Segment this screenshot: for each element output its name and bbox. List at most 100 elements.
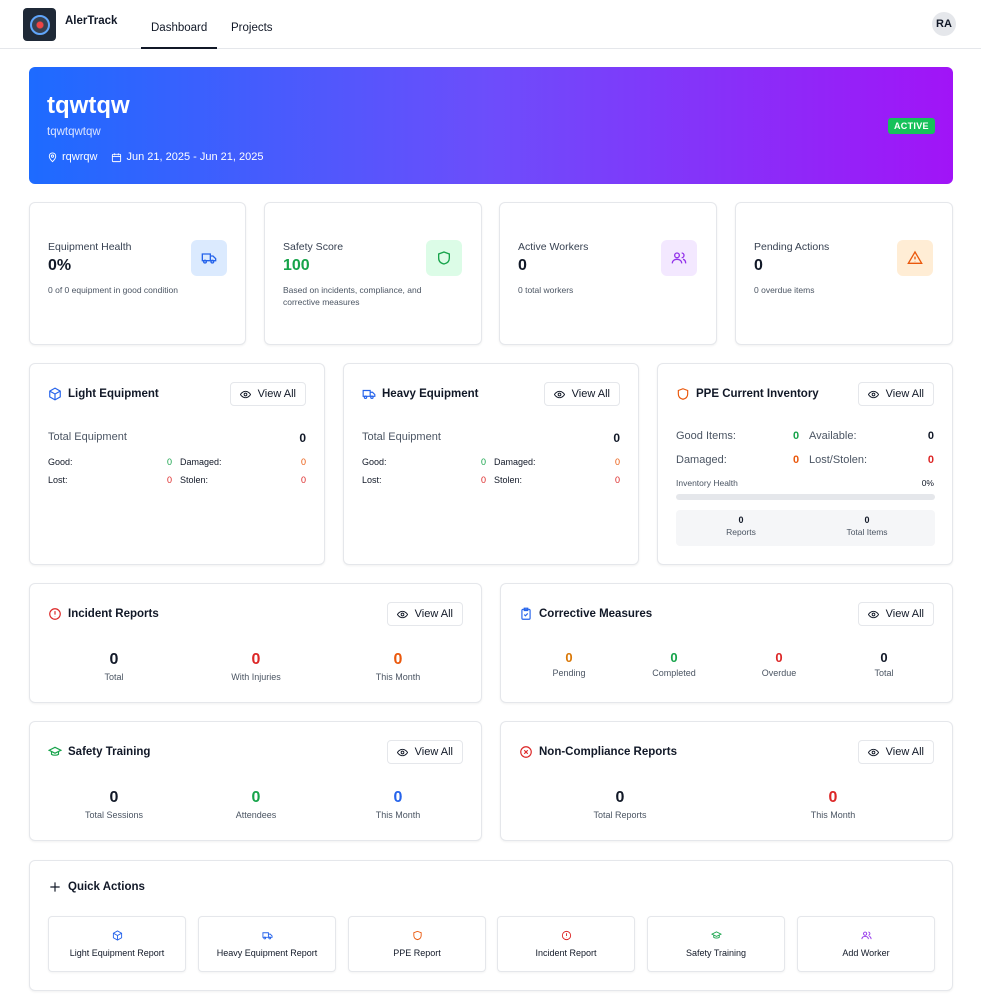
eye-icon [553,390,565,398]
tab-projects[interactable]: Projects [231,22,273,34]
total-label: Total Equipment [48,431,127,443]
stat-label: Active Workers [518,241,589,253]
good-label: Good: [48,457,73,467]
map-pin-icon [48,152,57,162]
clipboard-check-icon [521,607,531,620]
heavy-equipment-report-button[interactable]: Heavy Equipment Report [198,916,336,972]
stat-value: 0 [518,257,527,274]
stat-value: 0 [754,257,763,274]
this-month-label: This Month [810,810,856,820]
button-label: Heavy Equipment Report [216,948,318,958]
damaged-value: 0 [300,457,306,467]
stat-card-equipment-health: Equipment Health 0% 0 of 0 equipment in … [29,202,246,345]
reports-metric: 0 Reports [686,515,796,537]
available-value: 0 [927,430,934,442]
heavy-equipment-card: Heavy Equipment View All Total Equipment… [343,363,639,565]
button-label: Incident Report [535,948,597,958]
truck-icon [191,240,227,276]
stat-description: 0 total workers [518,285,574,295]
pending-metric: 0 Pending [514,650,624,678]
user-avatar[interactable]: RA [932,12,956,36]
damaged-value: 0 [614,457,620,467]
total-value: 0 [299,431,306,445]
lost-stolen-label: Lost/Stolen: [809,454,868,466]
eye-icon [867,748,879,756]
view-all-button[interactable]: View All [857,602,934,626]
section-header: Non-Compliance Reports [519,745,677,759]
good-value: 0 [167,457,173,467]
box-icon [112,930,123,941]
view-all-button[interactable]: View All [857,382,934,406]
users-icon [661,240,697,276]
light-equipment-report-button[interactable]: Light Equipment Report [48,916,186,972]
overdue-value: 0 [775,650,783,665]
this-month-value: 0 [828,789,838,806]
tab-dashboard[interactable]: Dashboard [140,22,218,49]
completed-label: Completed [652,668,696,678]
stolen-label: Stolen: [494,475,523,485]
lost-label: Lost: [362,475,382,485]
inventory-health-label: Inventory Health [676,478,738,488]
attendees-value: 0 [251,789,261,806]
view-all-label: View All [885,746,924,758]
sessions-label: Total Sessions [84,810,144,820]
stat-label: Equipment Health [48,241,132,253]
section-header: Safety Training [48,745,150,759]
lost-label: Lost: [48,475,68,485]
total-label: Total [104,672,124,682]
stolen-value: 0 [300,475,306,485]
stolen-value: 0 [614,475,620,485]
view-all-button[interactable]: View All [857,740,934,764]
alert-triangle-icon [897,240,933,276]
pending-value: 0 [565,650,573,665]
project-header: tqwtqw tqwtqwtqw rqwrqw Jun 21, 2025 - J… [29,67,953,184]
reports-label: Reports [726,527,756,537]
good-value: 0 [481,457,487,467]
section-header: Corrective Measures [519,607,652,621]
stat-card-active-workers: Active Workers 0 0 total workers [499,202,717,345]
total-label: Total Equipment [362,431,441,443]
add-worker-button[interactable]: Add Worker [797,916,935,972]
ppe-report-button[interactable]: PPE Report [348,916,486,972]
stat-description: 0 overdue items [754,285,815,295]
status-badge: ACTIVE [888,118,935,134]
this-month-metric: 0 This Month [343,651,453,682]
safety-training-card: Safety Training View All 0 Total Session… [29,721,482,841]
view-all-label: View All [414,746,453,758]
view-all-button[interactable]: View All [229,382,306,406]
total-reports-metric: 0 Total Reports [565,789,675,820]
safety-training-button[interactable]: Safety Training [647,916,785,972]
section-title: PPE Current Inventory [696,388,819,400]
damaged-label: Damaged: [676,454,727,466]
top-nav: AlerTrack Dashboard Projects RA [0,0,981,49]
stat-card-pending-actions: Pending Actions 0 0 overdue items [735,202,953,345]
graduation-cap-icon [48,746,62,756]
good-items-label: Good Items: [676,430,736,442]
incident-report-button[interactable]: Incident Report [497,916,635,972]
ppe-inventory-card: PPE Current Inventory View All Good Item… [657,363,953,565]
total-reports-label: Total Reports [593,810,647,820]
eye-icon [239,390,251,398]
lost-value: 0 [481,475,487,485]
corrective-measures-card: Corrective Measures View All 0 Pending 0… [500,583,953,703]
view-all-label: View All [257,388,296,400]
inventory-health-bar [676,494,935,500]
total-metric: 0 Total [59,651,169,682]
stat-description: Based on incidents, compliance, and corr… [283,285,422,307]
view-all-button[interactable]: View All [386,740,463,764]
sessions-value: 0 [109,789,119,806]
button-label: Light Equipment Report [69,948,165,958]
shield-icon [426,240,462,276]
damaged-label: Damaged: [494,457,536,467]
lost-value: 0 [167,475,173,485]
available-label: Available: [809,430,857,442]
view-all-button[interactable]: View All [543,382,620,406]
view-all-button[interactable]: View All [386,602,463,626]
inventory-health-value: 0% [921,478,934,488]
users-icon [861,931,872,940]
light-equipment-card: Light Equipment View All Total Equipment… [29,363,325,565]
app-logo[interactable] [23,8,56,41]
sessions-metric: 0 Total Sessions [59,789,169,820]
this-month-value: 0 [393,651,403,668]
reports-value: 0 [738,515,744,525]
